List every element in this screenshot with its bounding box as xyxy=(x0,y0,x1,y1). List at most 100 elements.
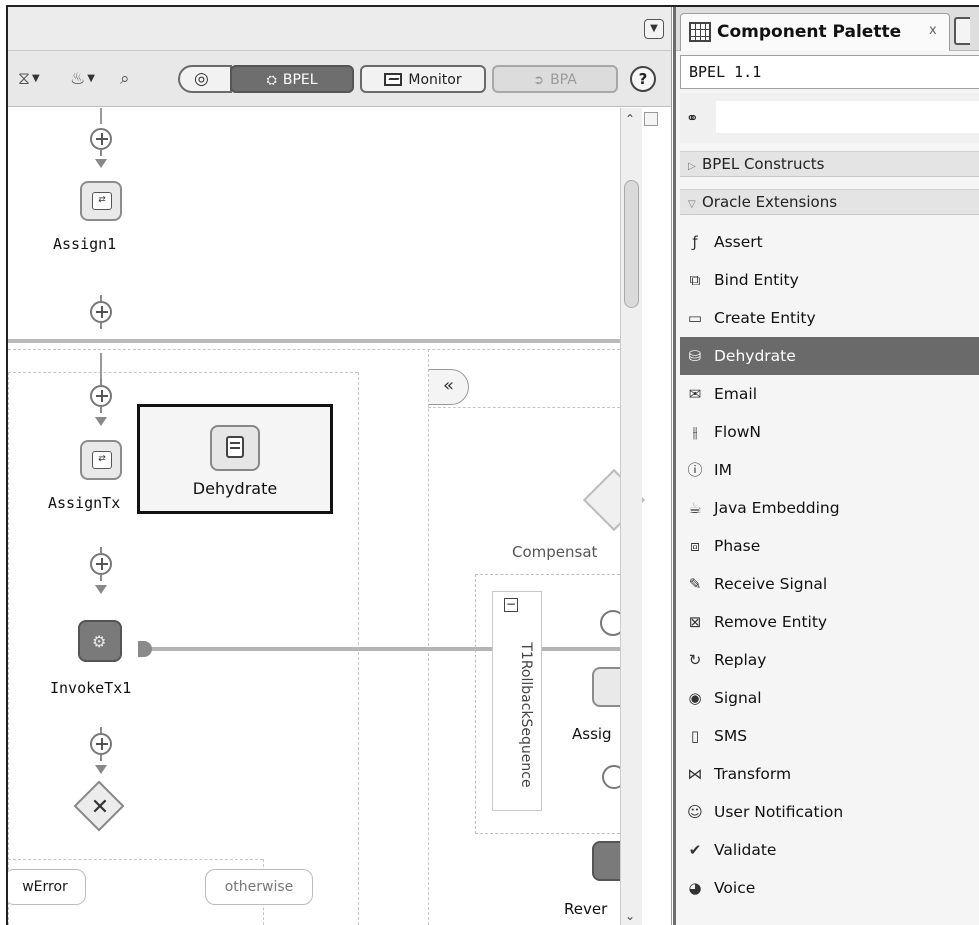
compensation-border xyxy=(8,349,620,350)
palette-item-receive-signal[interactable]: ✎ Receive Signal xyxy=(680,565,979,603)
palette-item-create-entity[interactable]: ▭ Create Entity xyxy=(680,299,979,337)
palette-item-validate[interactable]: ✔ Validate xyxy=(680,831,979,869)
deploy-tool-icon[interactable]: ♨ ▼ xyxy=(70,68,95,90)
palette-item-phase[interactable]: ⧈ Phase xyxy=(680,527,979,565)
im-icon: ⓘ xyxy=(687,461,703,479)
editor-tab-strip: ▼ xyxy=(8,7,671,51)
editor-menu-dropdown-icon[interactable]: ▼ xyxy=(644,19,664,39)
bpa-view-button[interactable]: ➲ BPA xyxy=(492,65,618,93)
palette-item-email[interactable]: ✉ Email xyxy=(680,375,979,413)
palette-item-label: Phase xyxy=(714,537,761,555)
java-embedding-icon: ☕ xyxy=(688,499,702,517)
activity-label: AssignTx xyxy=(48,494,121,512)
close-icon[interactable]: x xyxy=(929,23,937,38)
palette-item-transform[interactable]: ⋈ Transform xyxy=(680,755,979,793)
palette-item-label: IM xyxy=(714,461,732,479)
palette-item-java-embedding[interactable]: ☕ Java Embedding xyxy=(680,489,979,527)
palette-item-list: ƒ Assert ⧉ Bind Entity ▭ Create Entity ⛁ Dehydr… xyxy=(680,223,979,907)
remove-entity-icon: ⊠ xyxy=(688,613,702,631)
assign-icon: ⇄ xyxy=(92,451,112,469)
palette-item-label: Voice xyxy=(714,879,756,897)
bpa-icon: ➲ xyxy=(533,73,545,88)
ide-window: ▼ ⧖ ▼ ♨ ▼ ⌕ ◎ ⛭ BPEL Monitor ➲ BPA ? ⇄ Assig… xyxy=(6,5,979,925)
scrollbar-thumb[interactable] xyxy=(624,180,639,308)
design-view-button[interactable]: ◎ xyxy=(178,65,232,93)
palette-item-label: User Notification xyxy=(714,803,844,821)
assign-activity[interactable]: ⇄ xyxy=(80,181,122,221)
bpel-icon: ⛭ xyxy=(266,73,277,88)
palette-item-sms[interactable]: ▯ SMS xyxy=(680,717,979,755)
sequence-separator xyxy=(8,339,620,343)
collapse-sequence-icon[interactable]: − xyxy=(504,598,518,612)
binoculars-icon: ⚭ xyxy=(686,109,699,127)
add-activity-icon[interactable] xyxy=(86,547,116,581)
add-activity-icon[interactable] xyxy=(86,124,116,156)
assign-icon: ⇄ xyxy=(92,192,112,210)
palette-item-label: Create Entity xyxy=(714,309,816,327)
palette-item-im[interactable]: ⓘ IM xyxy=(680,451,979,489)
validate-tool-icon[interactable]: ⧖ ▼ xyxy=(18,68,40,90)
scroll-up-icon[interactable]: ⌃ xyxy=(625,112,635,126)
otherwise-branch-tab[interactable]: otherwise xyxy=(205,869,313,905)
monitor-view-button[interactable]: Monitor xyxy=(360,65,486,93)
scope-border xyxy=(8,372,358,373)
palette-item-label: Receive Signal xyxy=(714,575,828,593)
palette-item-label: Assert xyxy=(714,233,763,251)
palette-item-flown[interactable]: ⫲ FlowN xyxy=(680,413,979,451)
bpel-view-button[interactable]: ⛭ BPEL xyxy=(230,65,354,93)
group-bpel-constructs[interactable]: ▷ BPEL Constructs xyxy=(680,151,979,177)
assign-activity[interactable]: ⇄ xyxy=(80,440,122,480)
palette-item-remove-entity[interactable]: ⊠ Remove Entity xyxy=(680,603,979,641)
group-oracle-extensions[interactable]: ▽ Oracle Extensions xyxy=(680,189,979,215)
invoke-activity[interactable]: ⚙ xyxy=(78,620,122,662)
palette-item-replay[interactable]: ↻ Replay xyxy=(680,641,979,679)
monitor-icon xyxy=(384,73,403,86)
validate-icon: ✔ xyxy=(688,841,702,859)
canvas-vertical-scrollbar[interactable]: ⌃ ⌄ xyxy=(620,108,642,925)
assert-icon: ƒ xyxy=(692,233,698,251)
scroll-down-icon[interactable]: ⌄ xyxy=(625,909,635,923)
tab-next-panel[interactable] xyxy=(954,17,970,45)
palette-item-signal[interactable]: ◉ Signal xyxy=(680,679,979,717)
case-branch-tab[interactable]: wError xyxy=(8,869,86,905)
add-activity-icon[interactable] xyxy=(86,295,116,329)
palette-search-row: ⚭ xyxy=(680,93,979,143)
tab-component-palette[interactable]: Component Palette x xyxy=(680,13,950,51)
palette-item-label: Transform xyxy=(714,765,792,783)
activity-label: Assig xyxy=(572,725,612,743)
palette-item-user-notification[interactable]: ☺ User Notification xyxy=(680,793,979,831)
receive-signal-icon: ✎ xyxy=(688,575,702,593)
activity-label: Compensat xyxy=(512,543,598,561)
palette-item-dehydrate[interactable]: ⛁ Dehydrate xyxy=(680,337,979,375)
palette-item-assert[interactable]: ƒ Assert xyxy=(680,223,979,261)
close-icon: ✕ xyxy=(90,795,110,820)
email-icon: ✉ xyxy=(688,385,702,403)
activity-label: Rever xyxy=(564,900,608,918)
palette-item-bind-entity[interactable]: ⧉ Bind Entity xyxy=(680,261,979,299)
sms-icon: ▯ xyxy=(690,727,700,745)
palette-item-label: Signal xyxy=(714,689,762,707)
compensation-border xyxy=(428,349,429,925)
user-notification-icon: ☺ xyxy=(687,803,703,821)
add-activity-icon[interactable] xyxy=(86,379,116,413)
replay-icon: ↻ xyxy=(688,651,702,669)
palette-search-input[interactable] xyxy=(716,101,979,133)
collapse-button[interactable]: « xyxy=(429,369,469,405)
overview-toggle[interactable] xyxy=(644,112,658,126)
add-activity-icon[interactable] xyxy=(86,727,116,761)
gear-icon: ⚙ xyxy=(92,632,107,651)
palette-catalog-select[interactable]: BPEL 1.1 xyxy=(680,55,979,89)
palette-item-label: SMS xyxy=(714,727,748,745)
dehydrate-icon: ⛁ xyxy=(688,347,702,365)
phase-icon: ⧈ xyxy=(690,537,700,555)
dragged-dehydrate-activity[interactable]: Dehydrate xyxy=(137,404,333,514)
help-button[interactable]: ? xyxy=(630,66,656,92)
zoom-tool-icon[interactable]: ⌕ xyxy=(120,68,130,90)
bind-entity-icon: ⧉ xyxy=(689,271,701,289)
palette-grid-icon xyxy=(689,22,711,42)
signal-icon: ◉ xyxy=(688,689,702,707)
palette-item-voice[interactable]: ◕ Voice xyxy=(680,869,979,907)
dehydrate-icon xyxy=(210,425,260,471)
voice-icon: ◕ xyxy=(688,879,702,897)
sequence-header xyxy=(492,591,542,811)
